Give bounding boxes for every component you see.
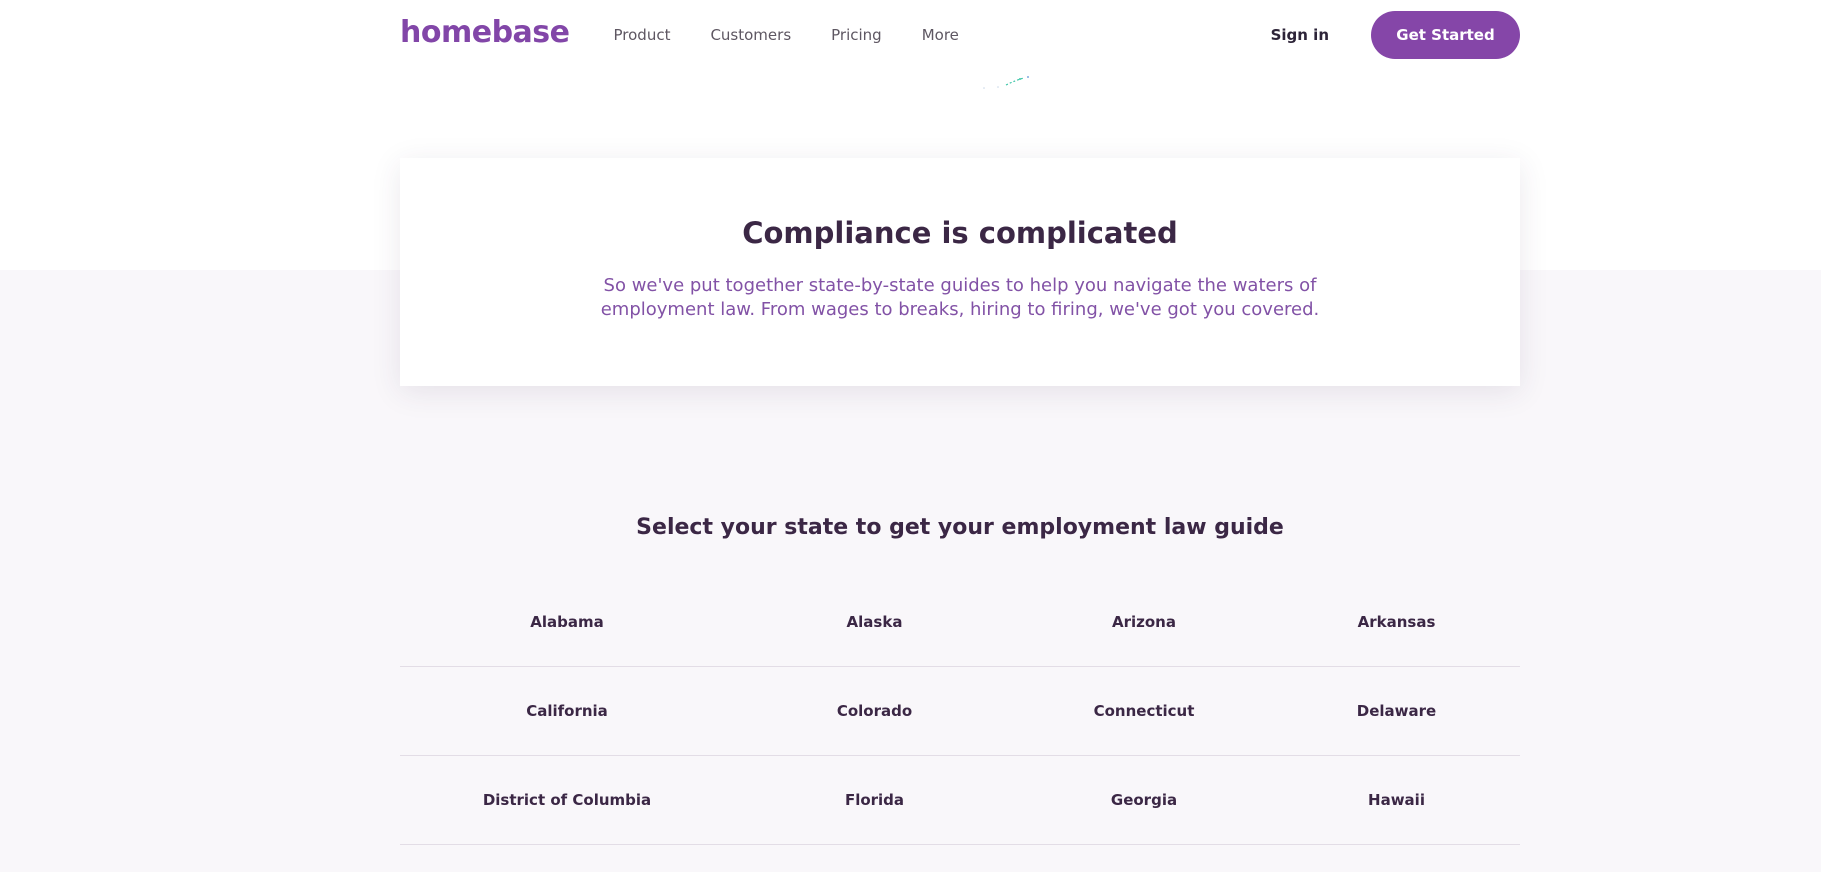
nav-actions: Sign in Get Started [1271,11,1520,59]
state-section-title: Select your state to get your employment… [636,515,1284,540]
state-link-arkansas[interactable]: Arkansas [1273,613,1520,631]
state-link-florida[interactable]: Florida [734,791,1015,809]
page-subtitle: So we've put together state-by-state gui… [600,275,1320,320]
nav-link-product[interactable]: Product [614,26,671,44]
nav-link-pricing[interactable]: Pricing [831,26,882,44]
state-link-delaware[interactable]: Delaware [1273,702,1520,720]
state-link-california[interactable]: California [400,702,734,720]
state-link-hawaii[interactable]: Hawaii [1273,791,1520,809]
state-row: Alabama Alaska Arizona Arkansas [400,578,1520,667]
state-link-alaska[interactable]: Alaska [734,613,1015,631]
get-started-button[interactable]: Get Started [1371,11,1520,59]
state-link-district-of-columbia[interactable]: District of Columbia [400,791,734,809]
state-link-connecticut[interactable]: Connecticut [1015,702,1273,720]
compliance-card: Compliance is complicated So we've put t… [400,158,1520,386]
nav-links: Product Customers Pricing More [592,26,976,44]
state-link-arizona[interactable]: Arizona [1015,613,1273,631]
state-link-colorado[interactable]: Colorado [734,702,1015,720]
nav-link-customers[interactable]: Customers [710,26,791,44]
homebase-logo[interactable]: homebase [400,15,570,50]
state-row: California Colorado Connecticut Delaware [400,667,1520,756]
state-row: District of Columbia Florida Georgia Haw… [400,756,1520,845]
page-title: Compliance is complicated [742,216,1178,250]
nav-link-more[interactable]: More [922,26,959,44]
top-navigation: homebase Product Customers Pricing More … [400,0,1520,70]
state-link-alabama[interactable]: Alabama [400,613,734,631]
decorative-sparkle-icon [983,76,1029,89]
state-link-georgia[interactable]: Georgia [1015,791,1273,809]
sign-in-link[interactable]: Sign in [1271,26,1329,44]
state-list: Alabama Alaska Arizona Arkansas Californ… [400,578,1520,845]
